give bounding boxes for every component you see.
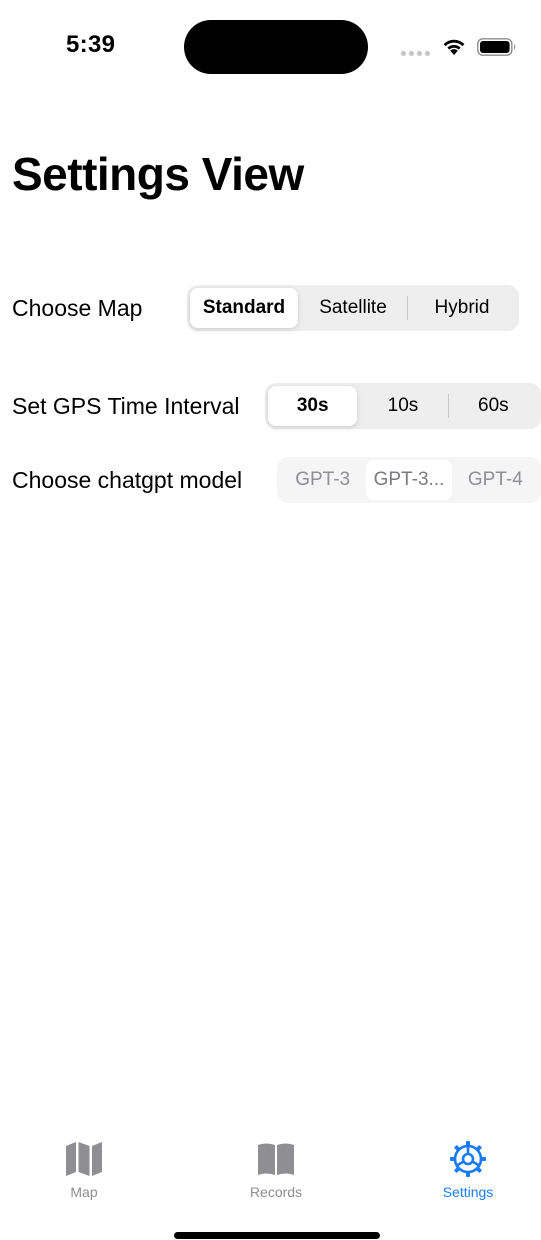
chatgpt-model-label: Choose chatgpt model xyxy=(12,467,243,493)
segment-model-gpt3[interactable]: GPT-3 xyxy=(280,460,365,500)
segment-map-hybrid[interactable]: Hybrid xyxy=(408,288,516,328)
status-time: 5:39 xyxy=(66,31,116,58)
segment-gps-60s[interactable]: 60s xyxy=(449,386,538,426)
map-icon xyxy=(64,1140,104,1178)
tab-bar: Map Records Settings xyxy=(0,1130,541,1210)
tab-map[interactable]: Map xyxy=(24,1140,144,1204)
page-title: Settings View xyxy=(12,148,304,200)
wifi-icon xyxy=(443,39,465,55)
cellular-signal-icon xyxy=(401,51,430,56)
tab-map-label: Map xyxy=(70,1184,98,1200)
gps-interval-label: Set GPS Time Interval xyxy=(12,393,240,419)
home-indicator xyxy=(174,1232,380,1239)
map-type-segmented-control[interactable]: Standard Satellite Hybrid xyxy=(187,285,519,331)
tab-records[interactable]: Records xyxy=(216,1140,336,1204)
chatgpt-model-segmented-control[interactable]: GPT-3 GPT-3... GPT-4 xyxy=(277,457,541,503)
segment-model-gpt35[interactable]: GPT-3... xyxy=(366,460,452,500)
gear-icon xyxy=(448,1140,488,1178)
book-icon xyxy=(256,1140,296,1178)
segment-gps-10s[interactable]: 10s xyxy=(358,386,447,426)
segment-model-gpt4[interactable]: GPT-4 xyxy=(453,460,538,500)
segment-map-satellite[interactable]: Satellite xyxy=(299,288,407,328)
tab-settings-label: Settings xyxy=(442,1184,494,1200)
segment-gps-30s[interactable]: 30s xyxy=(268,386,358,426)
segment-map-standard[interactable]: Standard xyxy=(190,288,298,328)
dynamic-island xyxy=(184,20,368,74)
tab-settings[interactable]: Settings xyxy=(408,1140,528,1204)
gps-interval-segmented-control[interactable]: 30s 10s 60s xyxy=(265,383,541,429)
tab-records-label: Records xyxy=(249,1184,303,1200)
battery-icon xyxy=(477,38,516,56)
map-setting-label: Choose Map xyxy=(12,295,143,321)
